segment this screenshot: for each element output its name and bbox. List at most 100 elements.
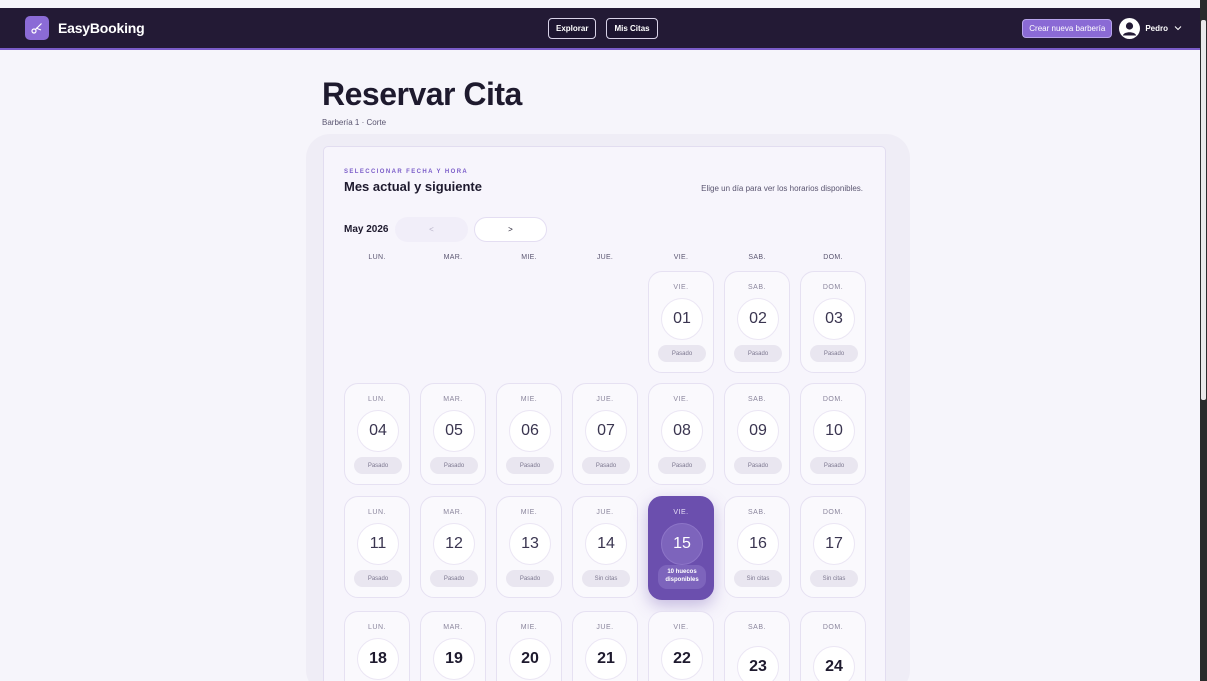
avatar[interactable] (1119, 18, 1141, 39)
card-heading: Mes actual y siguiente (344, 179, 482, 194)
weekday-label: MIE. (521, 254, 537, 261)
day-number: 13 (509, 523, 551, 565)
calendar-day[interactable]: JUE. 14 Sin citas (572, 496, 638, 598)
calendar-day[interactable]: MAR. 05 Pasado (420, 383, 486, 485)
calendar-day[interactable]: DOM. 10 Pasado (800, 383, 866, 485)
day-name: VIE. (673, 284, 689, 291)
day-status-badge: Pasado (734, 345, 782, 362)
day-status-badge: Pasado (734, 457, 782, 474)
calendar-day[interactable]: MIE. 13 Pasado (496, 496, 562, 598)
calendar-day[interactable]: SAB. 02 Pasado (724, 271, 790, 373)
calendar-day[interactable]: LUN. 18 (344, 611, 410, 681)
day-status-badge: Sin citas (582, 570, 630, 587)
calendar-day[interactable]: LUN. 04 Pasado (344, 383, 410, 485)
calendar-day[interactable]: JUE. 07 Pasado (572, 383, 638, 485)
calendar-day[interactable]: MIE. 20 (496, 611, 562, 681)
calendar-day[interactable]: SAB. 23 (724, 611, 790, 681)
day-status-badge: Pasado (354, 570, 402, 587)
day-status-badge: Sin citas (810, 570, 858, 587)
day-name: JUE. (596, 396, 614, 403)
day-name: MAR. (443, 396, 463, 403)
date-picker-card: SELECCIONAR FECHA Y HORA Mes actual y si… (323, 146, 886, 681)
day-name: VIE. (673, 396, 689, 403)
brand[interactable]: EasyBooking (25, 16, 145, 40)
top-nav: EasyBooking Explorar Mis Citas Crear nue… (0, 8, 1200, 50)
calendar-day[interactable]: VIE. 01 Pasado (648, 271, 714, 373)
day-name: SAB. (748, 396, 766, 403)
page-subtitle: Barbería 1 · Corte (322, 118, 387, 127)
weekday-label: VIE. (673, 254, 689, 261)
day-status-badge: Pasado (430, 457, 478, 474)
scrollbar[interactable] (1200, 0, 1207, 681)
day-number: 10 (813, 410, 855, 452)
day-number: 24 (813, 646, 855, 681)
day-status-badge: 10 huecos disponibles (658, 565, 706, 589)
day-number: 05 (433, 410, 475, 452)
my-appointments-button[interactable]: Mis Citas (606, 18, 658, 39)
calendar-day[interactable]: SAB. 09 Pasado (724, 383, 790, 485)
next-month-button[interactable]: > (474, 217, 547, 242)
day-name: VIE. (673, 509, 689, 516)
day-number: 19 (433, 638, 475, 680)
weekday-label: LUN. (368, 254, 386, 261)
day-number: 06 (509, 410, 551, 452)
weekday-label: JUE. (596, 254, 614, 261)
weekday-header: LUN. MAR. MIE. JUE. VIE. SAB. DOM. (344, 254, 866, 261)
month-label: May 2026 (344, 224, 389, 235)
calendar-day[interactable]: SAB. 16 Sin citas (724, 496, 790, 598)
day-number: 16 (737, 523, 779, 565)
day-status-badge: Pasado (810, 345, 858, 362)
day-number: 20 (509, 638, 551, 680)
day-status-badge: Pasado (506, 570, 554, 587)
day-name: LUN. (368, 396, 386, 403)
calendar-day[interactable]: VIE. 22 (648, 611, 714, 681)
day-name: SAB. (748, 624, 766, 631)
user-name[interactable]: Pedro (1145, 24, 1168, 33)
day-number: 03 (813, 298, 855, 340)
calendar-day[interactable]: VIE. 08 Pasado (648, 383, 714, 485)
day-name: MAR. (443, 624, 463, 631)
day-number: 02 (737, 298, 779, 340)
day-number: 18 (357, 638, 399, 680)
day-number: 17 (813, 523, 855, 565)
day-number: 09 (737, 410, 779, 452)
calendar-day[interactable]: MAR. 12 Pasado (420, 496, 486, 598)
scrollbar-thumb[interactable] (1201, 20, 1206, 400)
calendar-day[interactable]: LUN. 11 Pasado (344, 496, 410, 598)
day-name: DOM. (822, 396, 844, 403)
day-name: SAB. (748, 509, 766, 516)
calendar-day[interactable]: MIE. 06 Pasado (496, 383, 562, 485)
calendar-day[interactable]: JUE. 21 (572, 611, 638, 681)
explore-button[interactable]: Explorar (548, 18, 597, 39)
day-number: 08 (661, 410, 703, 452)
day-number: 07 (585, 410, 627, 452)
day-name: LUN. (368, 509, 386, 516)
day-number: 14 (585, 523, 627, 565)
calendar-day[interactable]: DOM. 03 Pasado (800, 271, 866, 373)
day-number: 11 (357, 523, 399, 565)
day-status-badge: Pasado (506, 457, 554, 474)
day-name: VIE. (673, 624, 689, 631)
day-number: 12 (433, 523, 475, 565)
calendar-day[interactable]: DOM. 24 (800, 611, 866, 681)
calendar-day[interactable]: MAR. 19 (420, 611, 486, 681)
day-name: MAR. (443, 509, 463, 516)
day-number: 01 (661, 298, 703, 340)
prev-month-button[interactable]: < (395, 217, 468, 242)
calendar-day[interactable]: VIE. 15 10 huecos disponibles (648, 496, 714, 600)
weekday-label: DOM. (823, 254, 843, 261)
month-navigation: May 2026 < > (344, 217, 547, 242)
day-status-badge: Pasado (430, 570, 478, 587)
day-name: DOM. (822, 509, 844, 516)
card-hint: Elige un día para ver los horarios dispo… (701, 184, 863, 193)
calendar-day[interactable]: DOM. 17 Sin citas (800, 496, 866, 598)
create-barbershop-button[interactable]: Crear nueva barbería (1022, 19, 1113, 38)
day-name: DOM. (822, 284, 844, 291)
day-number: 04 (357, 410, 399, 452)
day-number: 23 (737, 646, 779, 681)
day-number: 22 (661, 638, 703, 680)
day-name: DOM. (822, 624, 844, 631)
chevron-down-icon[interactable] (1174, 24, 1182, 33)
day-status-badge: Pasado (810, 457, 858, 474)
day-name: JUE. (596, 509, 614, 516)
